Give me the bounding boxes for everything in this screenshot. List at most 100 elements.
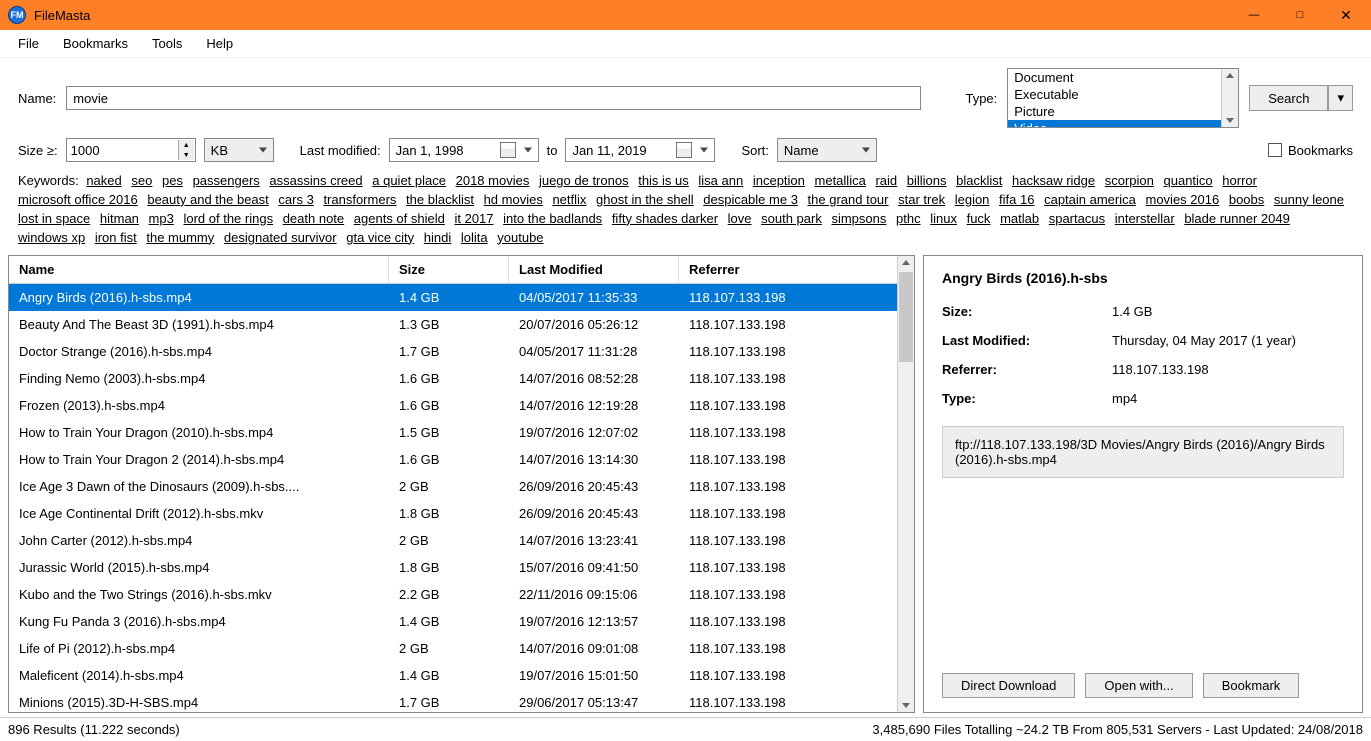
keyword-link[interactable]: scorpion [1105, 173, 1154, 188]
table-row[interactable]: Finding Nemo (2003).h-sbs.mp41.6 GB14/07… [9, 365, 914, 392]
column-size[interactable]: Size [389, 256, 509, 283]
date-from-picker[interactable]: Jan 1, 1998 [389, 138, 539, 162]
keyword-link[interactable]: hd movies [484, 192, 543, 207]
keyword-link[interactable]: billions [907, 173, 947, 188]
type-option-video[interactable]: Video [1008, 120, 1238, 128]
column-referrer[interactable]: Referrer [679, 256, 914, 283]
date-to-picker[interactable]: Jan 11, 2019 [565, 138, 715, 162]
keyword-link[interactable]: lost in space [18, 211, 90, 226]
keyword-link[interactable]: lisa ann [698, 173, 743, 188]
keyword-link[interactable]: spartacus [1049, 211, 1105, 226]
keyword-link[interactable]: metallica [815, 173, 866, 188]
keyword-link[interactable]: quantico [1164, 173, 1213, 188]
keyword-link[interactable]: it 2017 [454, 211, 493, 226]
keyword-link[interactable]: microsoft office 2016 [18, 192, 138, 207]
table-row[interactable]: Ice Age 3 Dawn of the Dinosaurs (2009).h… [9, 473, 914, 500]
keyword-link[interactable]: captain america [1044, 192, 1136, 207]
type-option-executable[interactable]: Executable [1008, 86, 1238, 103]
scrollbar-thumb[interactable] [899, 272, 913, 362]
keyword-link[interactable]: death note [283, 211, 344, 226]
keyword-link[interactable]: pthc [896, 211, 921, 226]
keyword-link[interactable]: the mummy [146, 230, 214, 245]
table-scrollbar[interactable] [897, 256, 914, 712]
keyword-link[interactable]: star trek [898, 192, 945, 207]
keyword-link[interactable]: hindi [424, 230, 451, 245]
table-row[interactable]: Beauty And The Beast 3D (1991).h-sbs.mp4… [9, 311, 914, 338]
type-listbox[interactable]: Document Executable Picture Video [1007, 68, 1239, 128]
table-row[interactable]: Jurassic World (2015).h-sbs.mp41.8 GB15/… [9, 554, 914, 581]
column-lastmodified[interactable]: Last Modified [509, 256, 679, 283]
keyword-link[interactable]: beauty and the beast [147, 192, 268, 207]
keyword-link[interactable]: lolita [461, 230, 488, 245]
keyword-link[interactable]: raid [875, 173, 897, 188]
keyword-link[interactable]: seo [131, 173, 152, 188]
keyword-link[interactable]: matlab [1000, 211, 1039, 226]
keyword-link[interactable]: windows xp [18, 230, 85, 245]
menu-file[interactable]: File [18, 36, 39, 51]
keyword-link[interactable]: pes [162, 173, 183, 188]
keyword-link[interactable]: linux [930, 211, 957, 226]
keyword-link[interactable]: passengers [193, 173, 260, 188]
keyword-link[interactable]: south park [761, 211, 822, 226]
direct-download-button[interactable]: Direct Download [942, 673, 1075, 698]
keyword-link[interactable]: fifty shades darker [612, 211, 718, 226]
table-row[interactable]: Frozen (2013).h-sbs.mp41.6 GB14/07/2016 … [9, 392, 914, 419]
keyword-link[interactable]: ghost in the shell [596, 192, 694, 207]
type-option-document[interactable]: Document [1008, 69, 1238, 86]
keyword-link[interactable]: juego de tronos [539, 173, 629, 188]
keyword-link[interactable]: this is us [638, 173, 689, 188]
table-row[interactable]: John Carter (2012).h-sbs.mp42 GB14/07/20… [9, 527, 914, 554]
menu-help[interactable]: Help [206, 36, 233, 51]
open-with-button[interactable]: Open with... [1085, 673, 1192, 698]
menu-bookmarks[interactable]: Bookmarks [63, 36, 128, 51]
keyword-link[interactable]: the blacklist [406, 192, 474, 207]
keyword-link[interactable]: fifa 16 [999, 192, 1034, 207]
keyword-link[interactable]: despicable me 3 [703, 192, 798, 207]
table-row[interactable]: Ice Age Continental Drift (2012).h-sbs.m… [9, 500, 914, 527]
keyword-link[interactable]: hacksaw ridge [1012, 173, 1095, 188]
table-row[interactable]: Minions (2015).3D-H-SBS.mp41.7 GB29/06/2… [9, 689, 914, 712]
search-dropdown-button[interactable]: ▾ [1328, 85, 1353, 111]
keyword-link[interactable]: youtube [497, 230, 543, 245]
keyword-link[interactable]: simpsons [831, 211, 886, 226]
keyword-link[interactable]: hitman [100, 211, 139, 226]
minimize-button[interactable]: — [1231, 0, 1277, 30]
keyword-link[interactable]: gta vice city [346, 230, 414, 245]
keyword-link[interactable]: blacklist [956, 173, 1002, 188]
spin-down-icon[interactable]: ▼ [178, 150, 194, 160]
close-button[interactable]: ✕ [1323, 0, 1369, 30]
bookmark-button[interactable]: Bookmark [1203, 673, 1300, 698]
type-scrollbar[interactable] [1221, 69, 1238, 127]
column-name[interactable]: Name [9, 256, 389, 283]
table-row[interactable]: Kung Fu Panda 3 (2016).h-sbs.mp41.4 GB19… [9, 608, 914, 635]
keyword-link[interactable]: movies 2016 [1146, 192, 1220, 207]
table-row[interactable]: Kubo and the Two Strings (2016).h-sbs.mk… [9, 581, 914, 608]
keyword-link[interactable]: agents of shield [354, 211, 445, 226]
table-row[interactable]: Doctor Strange (2016).h-sbs.mp41.7 GB04/… [9, 338, 914, 365]
keyword-link[interactable]: netflix [552, 192, 586, 207]
size-unit-combo[interactable]: KB [204, 138, 274, 162]
size-input[interactable]: 1000▲▼ [66, 138, 196, 162]
bookmarks-checkbox[interactable]: Bookmarks [1268, 143, 1353, 158]
keyword-link[interactable]: assassins creed [269, 173, 362, 188]
keyword-link[interactable]: 2018 movies [456, 173, 530, 188]
detail-url[interactable]: ftp://118.107.133.198/3D Movies/Angry Bi… [942, 426, 1344, 478]
maximize-button[interactable]: □ [1277, 0, 1323, 30]
keyword-link[interactable]: designated survivor [224, 230, 337, 245]
table-row[interactable]: How to Train Your Dragon (2010).h-sbs.mp… [9, 419, 914, 446]
keyword-link[interactable]: boobs [1229, 192, 1264, 207]
keyword-link[interactable]: mp3 [149, 211, 174, 226]
keyword-link[interactable]: legion [955, 192, 990, 207]
keyword-link[interactable]: inception [753, 173, 805, 188]
keyword-link[interactable]: iron fist [95, 230, 137, 245]
type-option-picture[interactable]: Picture [1008, 103, 1238, 120]
table-row[interactable]: Angry Birds (2016).h-sbs.mp41.4 GB04/05/… [9, 284, 914, 311]
keyword-link[interactable]: transformers [323, 192, 396, 207]
name-input[interactable] [66, 86, 921, 110]
keyword-link[interactable]: horror [1222, 173, 1257, 188]
keyword-link[interactable]: love [728, 211, 752, 226]
keyword-link[interactable]: naked [86, 173, 121, 188]
spin-up-icon[interactable]: ▲ [178, 140, 194, 150]
keyword-link[interactable]: interstellar [1115, 211, 1175, 226]
table-row[interactable]: Life of Pi (2012).h-sbs.mp42 GB14/07/201… [9, 635, 914, 662]
